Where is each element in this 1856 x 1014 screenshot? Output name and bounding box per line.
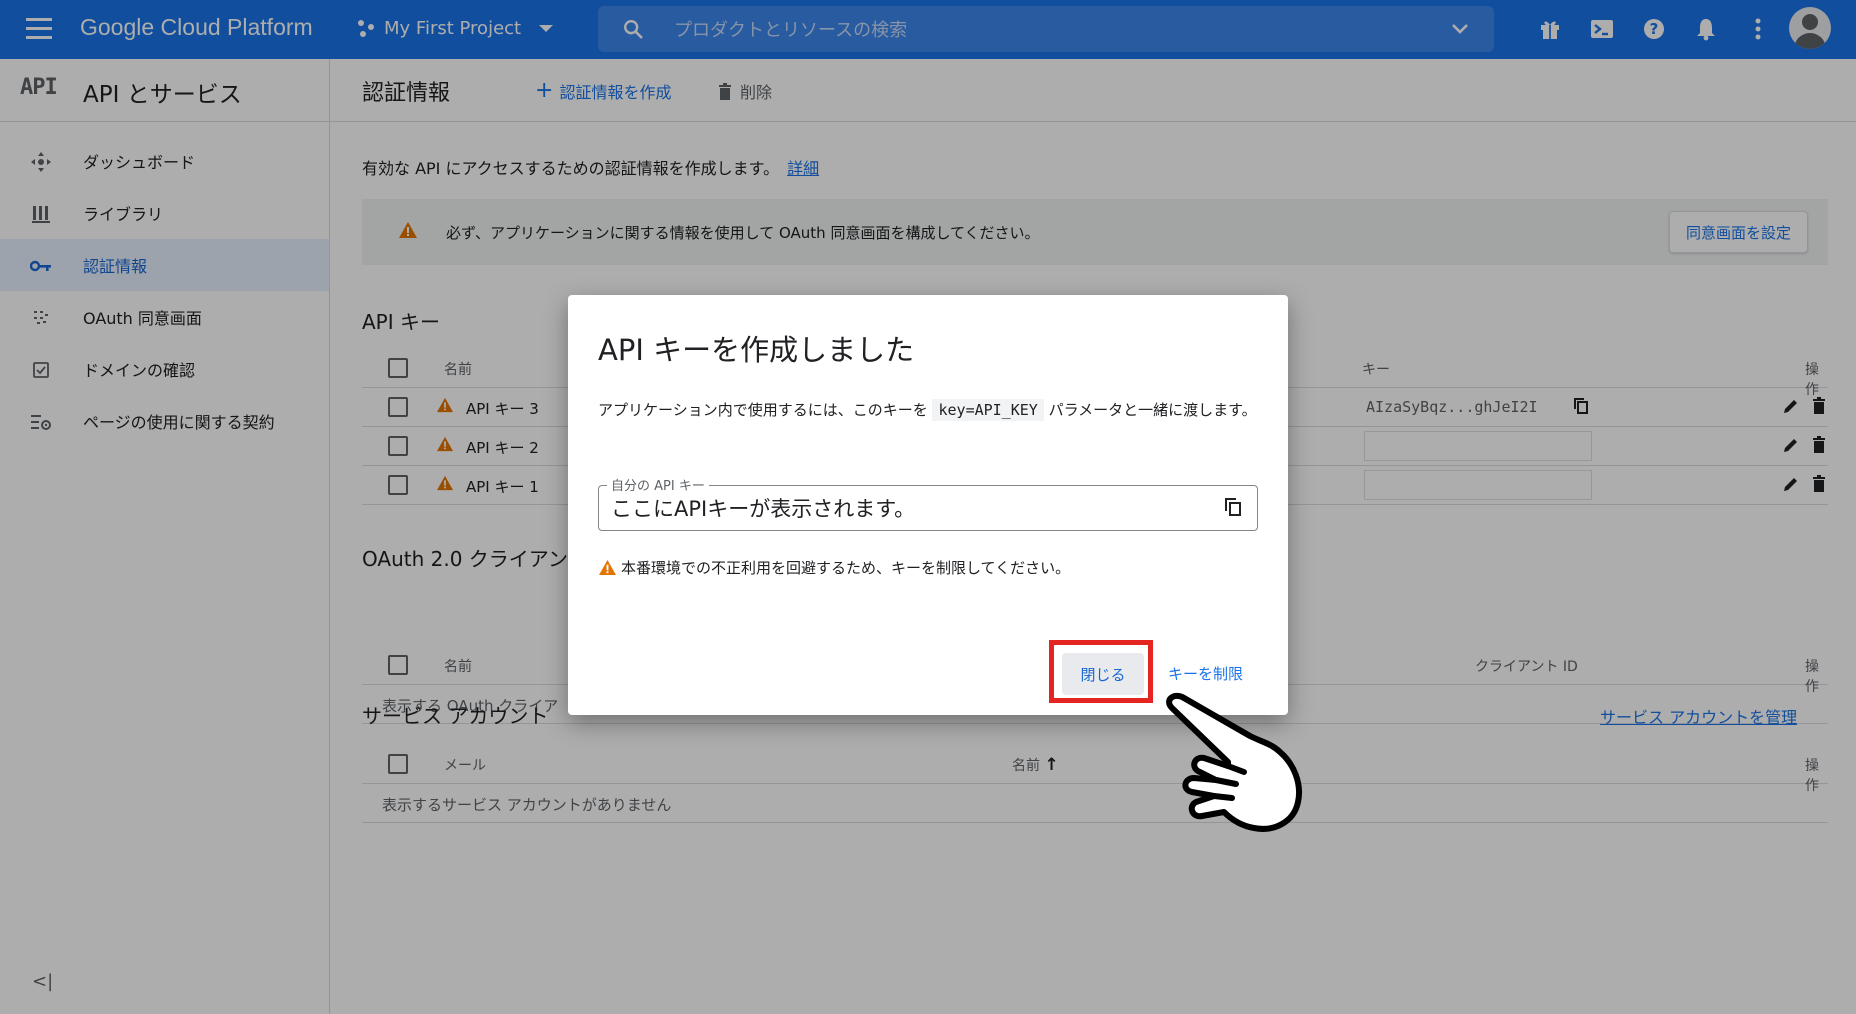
api-key-created-dialog: API キーを作成しました アプリケーション内で使用するには、このキーを key… [568,295,1288,715]
close-button-highlight [1049,640,1153,703]
api-key-field-label: 自分の API キー [607,475,709,494]
api-key-field: 自分の API キー [598,475,1258,531]
warning-icon [599,559,616,576]
restrict-warning: 本番環境での不正利用を回避するため、キーを制限してください。 [598,557,1070,578]
pointing-hand-icon [1166,692,1302,832]
copy-icon[interactable] [1225,498,1241,516]
dialog-description: アプリケーション内で使用するには、このキーを key=API_KEY パラメータ… [598,399,1257,421]
dialog-title: API キーを作成しました [598,333,915,367]
api-key-param-code: key=API_KEY [932,399,1044,421]
api-key-input[interactable] [611,496,1211,520]
restrict-key-button[interactable]: キーを制限 [1168,663,1243,684]
